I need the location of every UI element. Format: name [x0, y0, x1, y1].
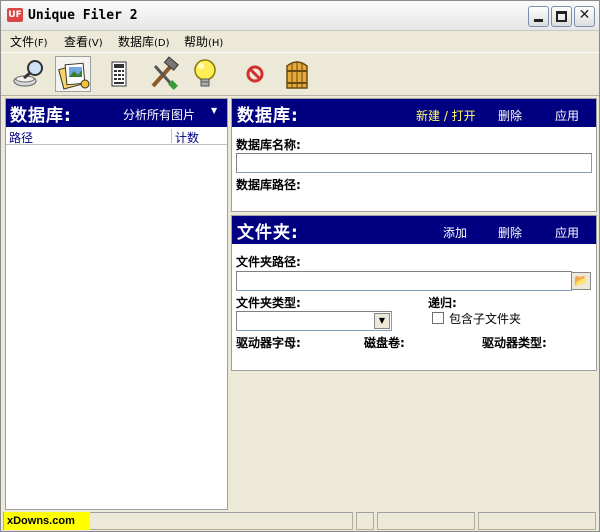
- chevron-down-icon: ▼: [378, 316, 386, 325]
- folder-panel: 文件夹: 添加 删除 应用 文件夹路径: 📂 文件夹类型: 递归: ▼ 包含子文…: [231, 215, 597, 371]
- hammer-icon: [151, 56, 179, 90]
- menu-file-accel: (F): [34, 38, 48, 49]
- pictures-icon: [58, 62, 90, 90]
- folder-type-label: 文件夹类型:: [236, 296, 301, 310]
- lightbulb-icon: [194, 59, 216, 87]
- door-icon: [286, 61, 308, 89]
- menu-help[interactable]: 帮助(H): [184, 33, 223, 50]
- folder-path-label: 文件夹路径:: [236, 255, 301, 269]
- menu-view-accel: (V): [88, 38, 103, 49]
- folder-path-field[interactable]: [236, 271, 572, 291]
- menu-help-accel: (H): [208, 38, 224, 49]
- database-apply-button[interactable]: 应用: [555, 107, 579, 124]
- title-bar[interactable]: UF Unique Filer 2 ✕: [1, 1, 599, 31]
- database-list-panel: 数据库: 分析所有图片 ▼ 路径 计数: [5, 98, 228, 510]
- menu-help-label: 帮助: [184, 35, 209, 49]
- database-delete-button[interactable]: 删除: [498, 107, 522, 124]
- recursive-label: 递归:: [428, 296, 457, 310]
- include-subfolders-label[interactable]: 包含子文件夹: [449, 310, 521, 327]
- app-window: UF Unique Filer 2 ✕ 文件(F) 查看(V) 数据库(D) 帮…: [0, 0, 600, 532]
- column-header-count[interactable]: 计数: [175, 129, 199, 146]
- status-cell-2: [356, 512, 374, 530]
- exit-button[interactable]: [279, 56, 315, 92]
- folder-delete-button[interactable]: 删除: [498, 224, 522, 241]
- menu-file[interactable]: 文件(F): [10, 33, 48, 50]
- database-panel: 数据库: 新建 / 打开 删除 应用 数据库名称: 数据库路径:: [231, 98, 597, 212]
- minimize-icon: [534, 19, 543, 22]
- menu-view[interactable]: 查看(V): [64, 33, 103, 50]
- watermark-logo: xDowns.com: [4, 512, 90, 530]
- magnifier-icon: [13, 60, 43, 87]
- database-panel-title: 数据库:: [237, 106, 299, 126]
- maximize-icon: [556, 11, 567, 22]
- menu-database[interactable]: 数据库(D): [118, 33, 170, 50]
- app-logo-icon: UF: [7, 8, 23, 22]
- minimize-button[interactable]: [528, 6, 549, 27]
- disk-volume-label: 磁盘卷:: [364, 336, 405, 350]
- include-subfolders-checkbox[interactable]: [432, 312, 444, 324]
- list-column-headers: 路径 计数: [6, 127, 227, 145]
- maximize-button[interactable]: [551, 6, 572, 27]
- column-header-path[interactable]: 路径: [9, 129, 33, 146]
- folder-type-dropdown-button[interactable]: ▼: [374, 313, 390, 329]
- drive-type-label: 驱动器类型:: [482, 336, 547, 350]
- chevron-down-icon[interactable]: ▼: [211, 106, 217, 115]
- folder-panel-header: 文件夹: 添加 删除 应用: [232, 216, 596, 244]
- database-list-title: 数据库:: [10, 106, 72, 126]
- window-title: Unique Filer 2: [28, 8, 138, 23]
- database-name-field[interactable]: [236, 153, 592, 173]
- close-icon: ✕: [578, 7, 591, 23]
- database-panel-header: 数据库: 新建 / 打开 删除 应用: [232, 99, 596, 127]
- browse-folder-button[interactable]: 📂: [571, 272, 591, 290]
- close-button[interactable]: ✕: [574, 6, 595, 27]
- stop-icon: [246, 65, 264, 83]
- column-divider[interactable]: [171, 129, 172, 143]
- folder-apply-button[interactable]: 应用: [555, 224, 579, 241]
- stop-button[interactable]: [237, 56, 273, 92]
- scan-button[interactable]: [11, 56, 47, 92]
- calculator-icon: [111, 61, 127, 87]
- drive-letter-label: 驱动器字母:: [236, 336, 301, 350]
- status-cell-3: [377, 512, 475, 530]
- tools-button[interactable]: [145, 56, 181, 92]
- database-list-header: 数据库: 分析所有图片 ▼: [6, 99, 227, 127]
- tips-button[interactable]: [187, 56, 223, 92]
- new-open-button[interactable]: 新建 / 打开: [416, 107, 476, 124]
- status-cell-4: [478, 512, 596, 530]
- database-name-label: 数据库名称:: [236, 138, 301, 152]
- toolbar: [1, 52, 599, 96]
- status-bar: [1, 510, 599, 531]
- menu-bar: 文件(F) 查看(V) 数据库(D) 帮助(H): [1, 31, 599, 51]
- folder-type-select[interactable]: [236, 311, 392, 331]
- folder-panel-title: 文件夹:: [237, 223, 299, 243]
- database-path-label: 数据库路径:: [236, 178, 301, 192]
- menu-database-accel: (D): [154, 38, 170, 49]
- images-button[interactable]: [55, 56, 91, 92]
- analyze-mode-dropdown[interactable]: 分析所有图片: [123, 106, 195, 123]
- folder-open-icon: 📂: [574, 274, 588, 287]
- menu-file-label: 文件: [10, 35, 35, 49]
- folder-add-button[interactable]: 添加: [443, 224, 467, 241]
- menu-view-label: 查看: [64, 35, 89, 49]
- calculator-button[interactable]: [101, 56, 137, 92]
- menu-database-label: 数据库: [118, 35, 155, 49]
